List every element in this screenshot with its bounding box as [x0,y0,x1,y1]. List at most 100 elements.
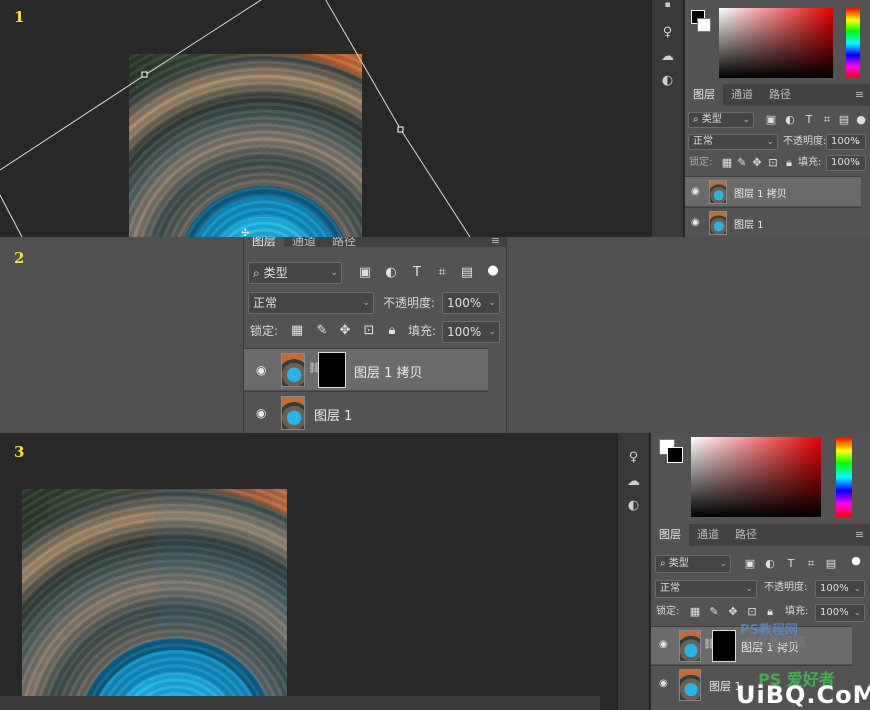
tab-paths[interactable]: 路径 [727,524,765,546]
kind-filter-select[interactable]: ⌕ 类型 ⌄ [688,112,754,128]
blend-mode-select[interactable]: 正常 ⌄ [248,292,374,314]
eye-icon[interactable]: ◉ [691,186,700,197]
layer-mask-thumbnail[interactable] [712,630,736,662]
lock-label: 锁定: [656,606,680,617]
opacity-value: 100% [820,583,849,594]
layer-name: 图层 1 [314,409,353,424]
svg-text:✣: ✣ [241,228,249,237]
right-panel: 图层 通道 路径 ≡ ⌕ 类型 ⌄ ▣ ◐ T ⌗ ▤ ● 正常 ⌄ 不透明度: … [685,0,870,237]
panel-menu-icon[interactable]: ≡ [849,84,870,106]
opacity-field[interactable]: 100% ⌄ [815,580,865,598]
tab-channels[interactable]: 通道 [723,84,761,106]
tab-channels[interactable]: 通道 [284,237,324,248]
tab-layers[interactable]: 图层 [651,524,689,546]
transform-bounding-box[interactable]: ✣ [0,0,640,237]
lock-paint-icon[interactable]: ✎ [736,157,748,169]
hue-slider[interactable] [836,437,852,517]
layers-panel-zoomed: 图层 通道 路径 ≡ ⌕ 类型 ⌄ ▣ ◐ T ⌗ ▤ ● 正常 ⌄ 不透明度: … [243,237,507,433]
background-color-swatch[interactable] [697,18,711,32]
smart-object-filter-icon[interactable]: ▤ [825,558,837,570]
lightbulb-icon[interactable]: ♀ [659,24,677,42]
type-filter-icon[interactable]: T [410,266,424,280]
step-1-section: 1 ✣ ▪ ♀ ☁ ◐ 图层 通道 路径 ≡ ⌕ 类型 ⌄ ▣ ◐ T ⌗ ▤ … [0,0,870,237]
tab-channels[interactable]: 通道 [689,524,727,546]
eye-icon[interactable]: ◉ [659,639,668,650]
layer-row[interactable]: ◉ 图层 1 拷贝 [685,176,861,206]
fill-field[interactable]: 100% ⌄ [826,155,866,171]
tab-paths[interactable]: 路径 [324,237,364,248]
image-filter-icon[interactable]: ▣ [358,266,372,280]
eye-icon[interactable]: ◉ [659,678,668,689]
hue-slider[interactable] [846,8,860,78]
lock-transparent-icon[interactable]: ▦ [290,324,304,338]
kind-filter-select[interactable]: ⌕ 类型 ⌄ [248,262,342,284]
color-picker-field[interactable] [691,437,821,517]
panel-menu-icon[interactable]: ≡ [849,524,870,546]
blend-mode-select[interactable]: 正常 ⌄ [655,580,757,598]
step-number: 3 [14,443,25,461]
kind-filter-select[interactable]: ⌕ 类型 ⌄ [655,555,731,573]
filter-toggle-icon[interactable]: ● [855,114,867,126]
eye-icon[interactable]: ◉ [256,363,266,377]
eye-icon[interactable]: ◉ [691,217,700,228]
lock-paint-icon[interactable]: ✎ [708,606,720,618]
tab-layers[interactable]: 图层 [685,84,723,106]
panel-menu-icon[interactable]: ≡ [485,237,506,247]
lock-all-icon[interactable]: 🔒︎ [385,324,399,338]
color-picker-field[interactable] [719,8,833,78]
tab-paths[interactable]: 路径 [761,84,799,106]
image-filter-icon[interactable]: ▣ [744,558,756,570]
fill-field[interactable]: 100% ⌄ [442,321,500,343]
shape-filter-icon[interactable]: ⌗ [821,114,833,126]
foreground-color-swatch[interactable] [667,447,683,463]
fill-field[interactable]: 100% ⌄ [815,604,865,622]
layers-panel-tabs: 图层 通道 路径 ≡ [244,237,506,248]
adjustment-filter-icon[interactable]: ◐ [784,114,796,126]
lock-all-icon[interactable]: 🔒︎ [764,606,776,618]
cloud-libraries-icon[interactable]: ☁ [625,473,643,491]
adjustment-icon[interactable]: ◐ [625,497,643,515]
lock-artboard-icon[interactable]: ⊡ [362,324,376,338]
lock-paint-icon[interactable]: ✎ [315,324,329,338]
cloud-libraries-icon[interactable]: ☁ [659,48,677,66]
lightbulb-icon[interactable]: ♀ [625,449,643,467]
lock-artboard-icon[interactable]: ⊡ [767,157,779,169]
lock-move-icon[interactable]: ✥ [338,324,352,338]
opacity-field[interactable]: 100% ⌄ [826,134,866,150]
scrollbar[interactable] [0,696,600,710]
filter-toggle-icon[interactable]: ● [850,555,862,567]
lock-transparent-icon[interactable]: ▦ [721,157,733,169]
step-3-section: 3 ♀ ☁ ◐ 图层 通道 路径 ≡ ⌕ 类型 ⌄ ▣ ◐ T ⌗ ▤ ● 正常… [0,433,870,710]
blend-mode-select[interactable]: 正常 ⌄ [688,134,778,150]
adjustment-icon[interactable]: ◐ [659,72,677,90]
kind-filter-value: 类型 [263,266,288,280]
layer-row[interactable]: ◉ 图层 1 [244,391,488,433]
layer-row[interactable]: ◉ ⛓ 图层 1 拷贝 [244,348,488,390]
filter-toggle-icon[interactable]: ● [486,264,500,278]
canvas-image[interactable] [22,489,287,696]
layers-panel-tabs: 图层 通道 路径 ≡ [651,524,870,546]
adjustment-filter-icon[interactable]: ◐ [764,558,776,570]
lock-move-icon[interactable]: ✥ [727,606,739,618]
smart-object-filter-icon[interactable]: ▤ [460,266,474,280]
lock-all-icon[interactable]: 🔒︎ [783,157,795,169]
brush-panel-icon[interactable]: ▪ [659,0,677,10]
smart-object-filter-icon[interactable]: ▤ [838,114,850,126]
opacity-field[interactable]: 100% ⌄ [442,292,500,314]
eye-icon[interactable]: ◉ [256,406,266,420]
shape-filter-icon[interactable]: ⌗ [805,558,817,570]
layer-row[interactable]: ◉ 图层 1 [685,207,861,237]
lock-move-icon[interactable]: ✥ [751,157,763,169]
lock-artboard-icon[interactable]: ⊡ [746,606,758,618]
adjustment-filter-icon[interactable]: ◐ [384,266,398,280]
blend-mode-value: 正常 [693,136,713,147]
tab-layers[interactable]: 图层 [244,237,285,248]
image-filter-icon[interactable]: ▣ [765,114,777,126]
opacity-value: 100% [447,296,482,310]
layer-mask-thumbnail[interactable] [318,352,346,388]
blend-mode-value: 正常 [253,296,278,310]
shape-filter-icon[interactable]: ⌗ [435,266,449,280]
type-filter-icon[interactable]: T [803,114,815,126]
type-filter-icon[interactable]: T [785,558,797,570]
lock-transparent-icon[interactable]: ▦ [689,606,701,618]
